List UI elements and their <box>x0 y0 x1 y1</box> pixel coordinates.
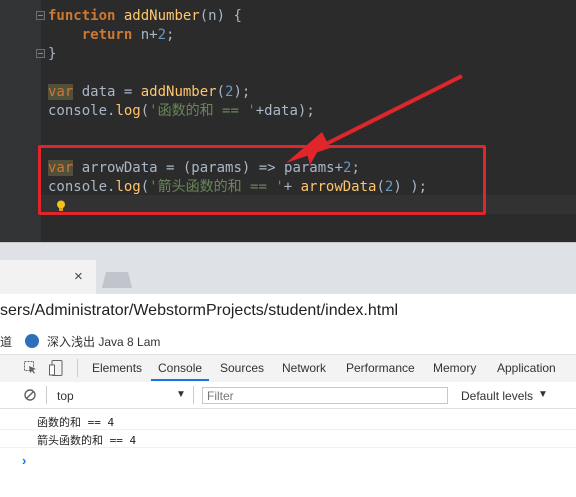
lightbulb-icon[interactable] <box>56 200 66 212</box>
log-divider <box>0 429 576 430</box>
log-levels-dropdown[interactable]: Default levels <box>461 389 533 403</box>
code-editor[interactable]: function addNumber(n) { return n+2;} var … <box>0 0 576 242</box>
code-line[interactable]: console.log('函数的和 == '+data); <box>48 102 315 121</box>
inspect-element-icon[interactable] <box>24 361 37 374</box>
tab-sources[interactable]: Sources <box>220 361 264 375</box>
code-token: ( <box>140 103 150 119</box>
fold-toggle-icon[interactable] <box>36 49 45 58</box>
tab-performance[interactable]: Performance <box>346 361 415 375</box>
clear-console-icon[interactable] <box>24 389 36 401</box>
code-token: console. <box>48 103 116 119</box>
filter-input[interactable] <box>202 387 448 404</box>
address-url[interactable]: sers/Administrator/WebstormProjects/stud… <box>0 302 398 320</box>
code-token: return <box>81 27 133 43</box>
code-token: addNumber <box>123 8 200 24</box>
active-tab-indicator <box>151 379 209 381</box>
log-divider <box>0 447 576 448</box>
console-log-line: 箭头函数的和 == 4 <box>37 434 137 447</box>
context-selector[interactable]: top <box>57 389 74 403</box>
code-token: addNumber <box>140 84 217 100</box>
code-token: n+ <box>132 27 158 43</box>
tab-elements[interactable]: Elements <box>92 361 142 375</box>
code-token: ( <box>216 84 226 100</box>
bookmark-item-clipped[interactable]: 道 <box>0 333 12 350</box>
fold-toggle-icon[interactable] <box>36 11 45 20</box>
bookmark-globe-icon <box>25 334 39 348</box>
chevron-down-icon[interactable]: ▼ <box>538 389 548 400</box>
toolbar-divider <box>77 359 78 377</box>
device-toolbar-icon[interactable] <box>49 360 63 376</box>
toolbar-divider <box>193 386 194 404</box>
annotation-arrow <box>286 74 463 165</box>
code-token: } <box>48 46 57 62</box>
code-token: var <box>48 84 74 100</box>
code-token: '函数的和 == ' <box>149 103 256 119</box>
chevron-down-icon[interactable]: ▼ <box>176 389 186 400</box>
code-token: ); <box>233 84 251 100</box>
new-tab-icon[interactable] <box>102 272 132 288</box>
console-prompt-icon[interactable]: › <box>22 453 26 468</box>
code-token: function <box>48 8 116 24</box>
code-token: log <box>115 103 141 119</box>
code-token: (n) { <box>199 8 242 24</box>
code-line[interactable]: var data = addNumber(2); <box>48 83 250 102</box>
code-token: 2 <box>157 27 167 43</box>
code-token: data = <box>73 84 141 100</box>
close-tab-icon[interactable]: × <box>74 268 83 286</box>
tab-memory[interactable]: Memory <box>433 361 476 375</box>
code-line[interactable]: return n+2; <box>48 26 175 45</box>
bookmark-item[interactable]: 深入浅出 Java 8 Lam <box>47 333 160 350</box>
tab-console[interactable]: Console <box>158 361 202 375</box>
editor-gutter <box>0 0 41 242</box>
toolbar-divider <box>46 386 47 404</box>
tab-application[interactable]: Application <box>497 361 556 375</box>
code-line[interactable]: function addNumber(n) { <box>48 7 242 26</box>
console-log-line: 函数的和 == 4 <box>37 416 115 429</box>
code-line[interactable]: } <box>48 45 56 64</box>
tab-network[interactable]: Network <box>282 361 326 375</box>
code-token: ; <box>166 27 175 43</box>
